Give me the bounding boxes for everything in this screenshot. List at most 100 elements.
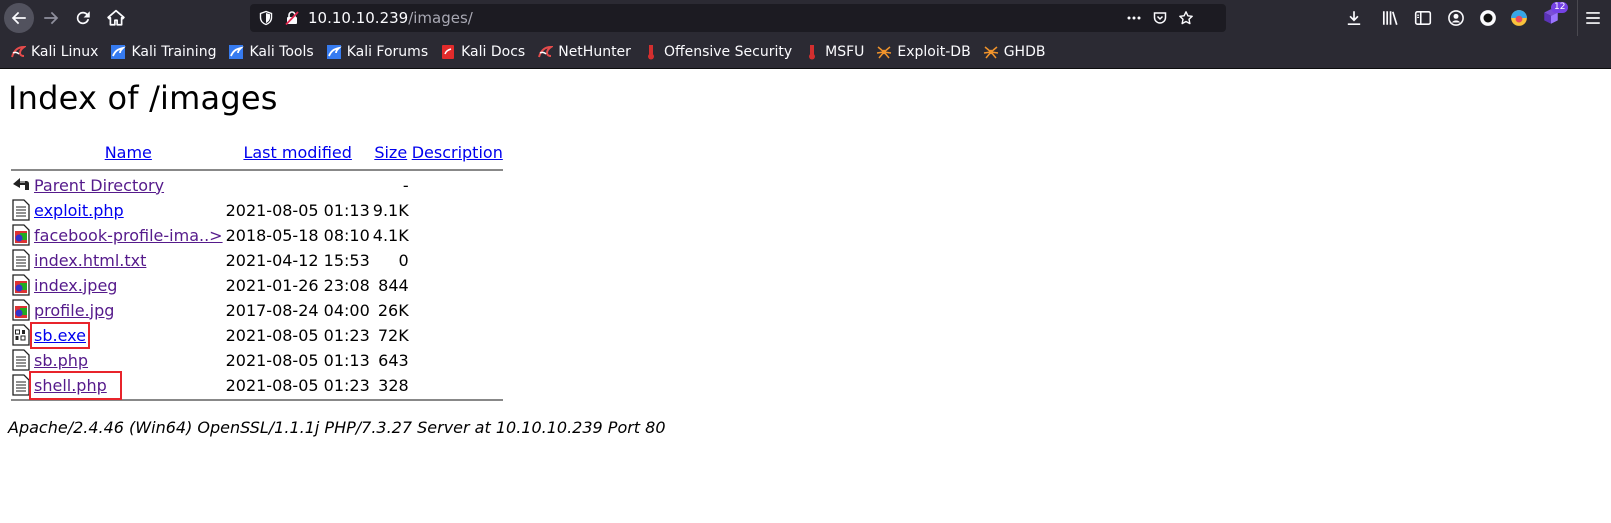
sort-by-last-modified-link[interactable]: Last modified bbox=[243, 143, 351, 162]
modified-cell: 2018-05-18 08:10 bbox=[225, 225, 370, 245]
text-file-icon bbox=[12, 199, 30, 221]
bookmark-star-icon[interactable] bbox=[1178, 10, 1194, 26]
arrow-right-icon bbox=[44, 11, 59, 25]
reload-button[interactable] bbox=[68, 3, 98, 33]
table-row: sb.php 2021-08-05 01:13 643 bbox=[11, 349, 503, 371]
image-file-icon bbox=[12, 274, 30, 296]
library-icon[interactable] bbox=[1381, 9, 1399, 27]
text-file-icon bbox=[12, 374, 30, 396]
downloads-icon[interactable] bbox=[1345, 9, 1363, 27]
description-cell bbox=[412, 199, 503, 221]
account-icon[interactable] bbox=[1447, 9, 1465, 27]
header-separator bbox=[11, 169, 503, 171]
table-row: sb.exe 2021-08-05 01:23 72K bbox=[11, 321, 503, 349]
pocket-icon[interactable] bbox=[1152, 10, 1168, 26]
server-signature: Apache/2.4.46 (Win64) OpenSSL/1.1.1j PHP… bbox=[8, 418, 666, 437]
bookmark-kali-docs[interactable]: Kali Docs bbox=[440, 44, 525, 60]
insecure-lock-icon[interactable] bbox=[284, 10, 300, 26]
size-cell: 643 bbox=[378, 350, 409, 370]
description-cell bbox=[412, 349, 503, 371]
directory-listing: Name Last modified Size Description Pare… bbox=[8, 140, 506, 404]
address-bar[interactable]: 10.10.10.239/images/ bbox=[250, 4, 1226, 32]
bookmark-msfu[interactable]: MSFU bbox=[804, 44, 864, 60]
binary-file-icon bbox=[12, 324, 30, 346]
size-cell: 0 bbox=[398, 250, 409, 270]
page-title: Index of /images bbox=[8, 79, 278, 117]
forward-button[interactable] bbox=[36, 3, 66, 33]
bookmark-label: Kali Forums bbox=[346, 44, 429, 60]
description-cell bbox=[412, 249, 503, 271]
parent-directory-link[interactable]: Parent Directory bbox=[34, 176, 164, 195]
text-file-icon bbox=[12, 249, 30, 271]
bookmark-exploit-db[interactable]: Exploit-DB bbox=[876, 44, 971, 60]
bookmark-kali-forums[interactable]: Kali Forums bbox=[326, 44, 428, 60]
home-icon bbox=[107, 9, 125, 26]
sort-by-size-link[interactable]: Size bbox=[374, 143, 407, 162]
size-cell: 26K bbox=[377, 300, 409, 320]
kali-forums-icon bbox=[326, 45, 342, 59]
offsec-icon bbox=[647, 45, 654, 60]
bookmark-ghdb[interactable]: GHDB bbox=[983, 44, 1046, 60]
hamburger-menu-icon[interactable] bbox=[1584, 9, 1602, 27]
modified-cell: 2021-01-26 23:08 bbox=[225, 275, 370, 295]
bookmark-label: Kali Docs bbox=[461, 44, 526, 60]
modified-cell: 2021-08-05 01:13 bbox=[225, 350, 370, 370]
exploitdb-icon bbox=[877, 46, 892, 59]
bookmark-kali-linux[interactable]: Kali Linux bbox=[10, 44, 98, 60]
sidebar-icon[interactable] bbox=[1414, 9, 1432, 27]
tracking-shield-icon[interactable] bbox=[258, 10, 274, 26]
reload-icon bbox=[76, 11, 90, 25]
description-cell bbox=[412, 324, 503, 346]
bookmark-label: Kali Tools bbox=[249, 44, 314, 60]
ghdb-icon bbox=[983, 46, 998, 59]
table-row: exploit.php 2021-08-05 01:13 9.1K bbox=[11, 199, 503, 221]
extension-dark-circle-icon[interactable] bbox=[1479, 9, 1497, 27]
description-cell bbox=[412, 374, 503, 396]
sort-by-description-link[interactable]: Description bbox=[412, 143, 503, 162]
sort-by-name-link[interactable]: Name bbox=[105, 143, 152, 162]
description-cell bbox=[412, 274, 503, 296]
modified-cell: 2017-08-24 04:00 bbox=[225, 300, 370, 320]
table-row: index.html.txt 2021-04-12 15:53 0 bbox=[11, 249, 503, 271]
listing-header-row: Name Last modified Size Description bbox=[11, 143, 503, 166]
page-content: Index of /images Name Last modified Size… bbox=[0, 79, 1611, 437]
size-cell: 4.1K bbox=[372, 225, 409, 245]
msfu-icon bbox=[809, 45, 816, 60]
bookmark-kali-training[interactable]: Kali Training bbox=[110, 44, 216, 60]
description-cell bbox=[412, 224, 503, 246]
file-link-highlighted[interactable]: sb.exe bbox=[30, 321, 90, 349]
kali-training-icon bbox=[111, 45, 127, 59]
page-actions-icon[interactable] bbox=[1126, 10, 1142, 26]
modified-cell: 2021-08-05 01:23 bbox=[225, 325, 370, 345]
file-link[interactable]: index.html.txt bbox=[34, 251, 146, 270]
bookmark-label: GHDB bbox=[1003, 44, 1046, 60]
bookmark-label: Exploit-DB bbox=[897, 44, 971, 60]
table-row-parent: Parent Directory - bbox=[11, 174, 503, 196]
file-link[interactable]: facebook-profile-ima..> bbox=[34, 226, 223, 245]
browser-toolbar: 10.10.10.239/images/ 12 bbox=[0, 0, 1611, 36]
extension-badge-button[interactable]: 12 bbox=[1542, 2, 1569, 28]
modified-cell bbox=[226, 174, 370, 196]
file-link[interactable]: profile.jpg bbox=[34, 301, 114, 320]
bookmark-offensive-security[interactable]: Offensive Security bbox=[643, 44, 792, 60]
file-link-highlighted[interactable]: shell.php bbox=[29, 370, 122, 400]
extension-multicolor-icon[interactable] bbox=[1510, 9, 1528, 27]
back-button[interactable] bbox=[4, 3, 34, 33]
file-link[interactable]: sb.php bbox=[34, 351, 88, 370]
image-file-icon bbox=[12, 299, 30, 321]
file-link[interactable]: exploit.php bbox=[34, 201, 124, 220]
icon-column-header bbox=[11, 143, 31, 166]
url-path: /images/ bbox=[408, 9, 473, 27]
file-link[interactable]: index.jpeg bbox=[34, 276, 117, 295]
bookmark-label: Kali Linux bbox=[31, 44, 99, 60]
table-row: facebook-profile-ima..> 2018-05-18 08:10… bbox=[11, 224, 503, 246]
kali-dragon-icon bbox=[11, 45, 26, 58]
home-button[interactable] bbox=[101, 3, 131, 33]
nethunter-icon bbox=[538, 45, 554, 58]
description-cell bbox=[412, 299, 503, 321]
url-text[interactable]: 10.10.10.239/images/ bbox=[308, 9, 473, 27]
bookmark-nethunter[interactable]: NetHunter bbox=[537, 44, 631, 60]
bookmark-label: NetHunter bbox=[558, 44, 631, 60]
kali-tools-icon bbox=[229, 45, 245, 59]
bookmark-kali-tools[interactable]: Kali Tools bbox=[228, 44, 314, 60]
